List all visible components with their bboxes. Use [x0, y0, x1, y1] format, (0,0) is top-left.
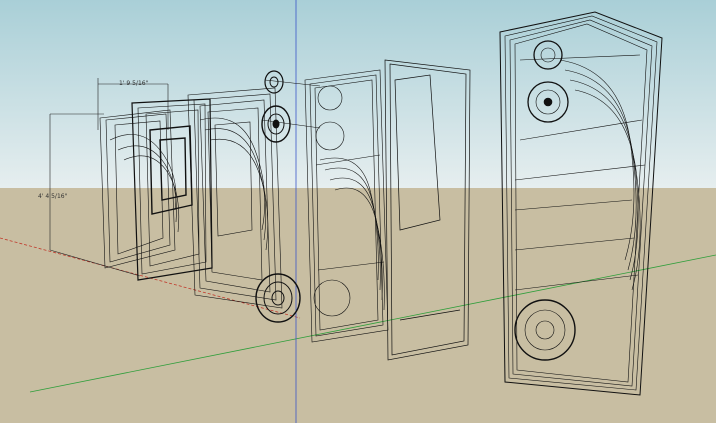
wireframe-scene[interactable] [0, 0, 716, 423]
width-dimension-label: 1' 9 5/16" [119, 80, 149, 87]
height-dimension-label: 4' 4 5/16" [38, 193, 68, 200]
ground [0, 188, 716, 423]
model-viewport[interactable]: 1' 9 5/16" 4' 4 5/16" [0, 0, 716, 423]
